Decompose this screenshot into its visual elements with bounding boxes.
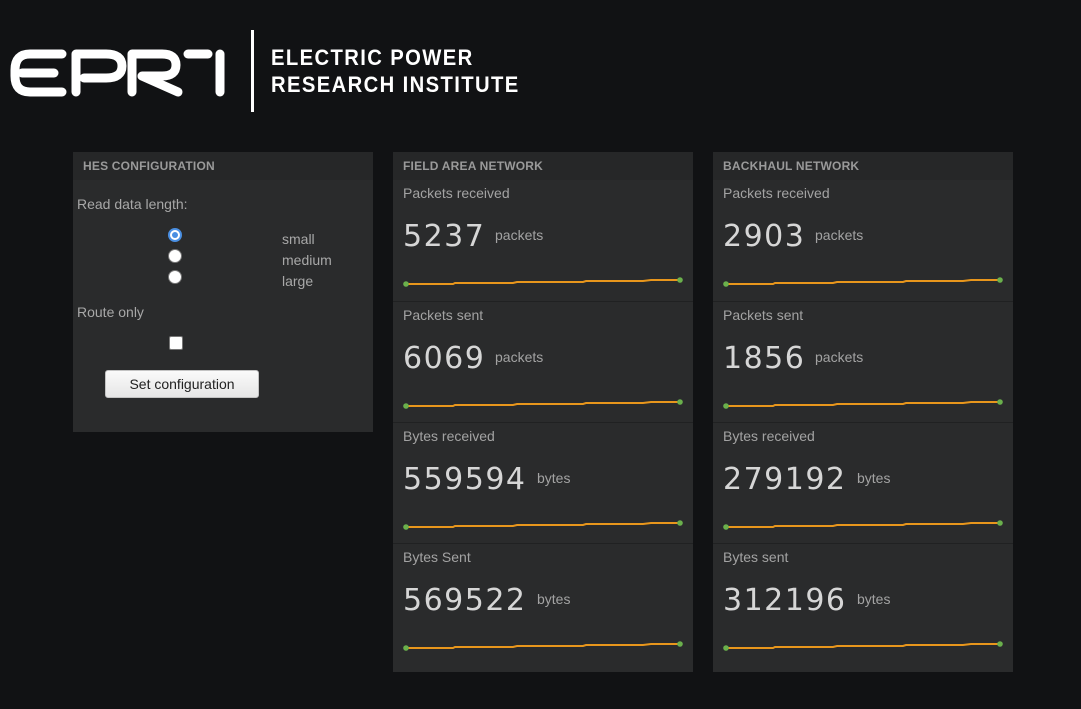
sparkline	[403, 520, 683, 530]
sparkline-end-dot	[677, 399, 683, 405]
radio-small[interactable]	[168, 228, 182, 242]
metric-value: 6069	[403, 341, 486, 376]
metric-bytes-received: Bytes received 279192 bytes	[713, 422, 1013, 543]
metric-value: 279192	[723, 462, 847, 497]
hes-configuration-panel: HES CONFIGURATION Read data length: smal…	[73, 152, 373, 432]
sparkline-start-dot	[403, 403, 409, 409]
field-area-network-panel: FIELD AREA NETWORK Packets received 5237 p…	[393, 152, 693, 672]
metric-label: Packets sent	[403, 307, 484, 323]
radio-large[interactable]	[168, 270, 182, 284]
metric-label: Bytes received	[723, 428, 815, 444]
set-configuration-button[interactable]: Set configuration	[105, 370, 259, 398]
organization-name: ELECTRIC POWER RESEARCH INSTITUTE	[271, 44, 520, 98]
sparkline-start-dot	[403, 524, 409, 530]
sparkline-start-dot	[723, 403, 729, 409]
sparkline	[403, 399, 683, 409]
metric-packets-sent: Packets sent 6069 packets	[393, 301, 693, 422]
sparkline-start-dot	[403, 281, 409, 287]
metric-value: 559594	[403, 462, 527, 497]
metric-bytes-sent: Bytes Sent 569522 bytes	[393, 543, 693, 664]
metric-label: Bytes Sent	[403, 549, 471, 565]
sparkline	[723, 641, 1003, 651]
sparkline-trend	[726, 279, 1000, 285]
metric-unit: packets	[495, 349, 544, 365]
sparkline	[403, 641, 683, 651]
route-only-checkbox[interactable]	[169, 336, 183, 350]
panel-title: FIELD AREA NETWORK	[393, 152, 693, 180]
metric-unit: packets	[815, 349, 864, 365]
route-only-label: Route only	[77, 304, 144, 320]
metric-packets-received: Packets received 5237 packets	[393, 180, 693, 301]
metric-value: 1856	[723, 341, 806, 376]
sparkline-trend	[726, 643, 1000, 649]
metric-packets-received: Packets received 2903 packets	[713, 180, 1013, 301]
radio-small-label: small	[282, 231, 315, 247]
sparkline	[403, 277, 683, 287]
organization-name-line1: ELECTRIC POWER	[271, 45, 474, 70]
sparkline	[723, 277, 1003, 287]
metric-unit: packets	[815, 227, 864, 243]
metric-value: 569522	[403, 583, 527, 618]
sparkline-end-dot	[997, 520, 1003, 526]
metric-value: 5237	[403, 219, 486, 254]
sparkline-trend	[406, 643, 680, 649]
metric-value: 2903	[723, 219, 806, 254]
backhaul-network-panel: BACKHAUL NETWORK Packets received 2903 pac…	[713, 152, 1013, 672]
metric-unit: bytes	[537, 591, 571, 607]
sparkline-trend	[406, 522, 680, 528]
sparkline-end-dot	[677, 641, 683, 647]
sparkline-end-dot	[997, 399, 1003, 405]
metric-label: Packets received	[403, 185, 510, 201]
read-data-length-label: Read data length:	[77, 196, 188, 212]
radio-option-large[interactable]: large	[73, 270, 373, 291]
sparkline-end-dot	[997, 641, 1003, 647]
panel-title: HES CONFIGURATION	[73, 152, 373, 180]
metric-unit: bytes	[537, 470, 571, 486]
radio-option-medium[interactable]: medium	[73, 249, 373, 270]
sparkline	[723, 520, 1003, 530]
metric-packets-sent: Packets sent 1856 packets	[713, 301, 1013, 422]
sparkline	[723, 399, 1003, 409]
sparkline-start-dot	[723, 524, 729, 530]
logo-divider	[251, 30, 254, 112]
metric-value: 312196	[723, 583, 847, 618]
panel-title: BACKHAUL NETWORK	[713, 152, 1013, 180]
sparkline-end-dot	[677, 277, 683, 283]
metric-unit: bytes	[857, 470, 891, 486]
sparkline-end-dot	[997, 277, 1003, 283]
metric-label: Bytes received	[403, 428, 495, 444]
metric-label: Packets received	[723, 185, 830, 201]
metric-unit: packets	[495, 227, 544, 243]
epri-logo: ELECTRIC POWER RESEARCH INSTITUTE	[10, 28, 530, 114]
metric-bytes-sent: Bytes sent 312196 bytes	[713, 543, 1013, 664]
metric-bytes-received: Bytes received 559594 bytes	[393, 422, 693, 543]
radio-option-small[interactable]: small	[73, 228, 373, 249]
sparkline-start-dot	[403, 645, 409, 651]
sparkline-start-dot	[723, 645, 729, 651]
sparkline-end-dot	[677, 520, 683, 526]
radio-large-label: large	[282, 273, 314, 289]
metric-label: Bytes sent	[723, 549, 789, 565]
metric-unit: bytes	[857, 591, 891, 607]
radio-medium[interactable]	[168, 249, 182, 263]
metric-label: Packets sent	[723, 307, 804, 323]
sparkline-trend	[406, 279, 680, 285]
sparkline-trend	[406, 401, 680, 407]
radio-medium-label: medium	[282, 252, 332, 268]
organization-name-line2: RESEARCH INSTITUTE	[271, 72, 520, 97]
epri-logo-mark	[10, 49, 225, 97]
sparkline-trend	[726, 401, 1000, 407]
sparkline-trend	[726, 522, 1000, 528]
sparkline-start-dot	[723, 281, 729, 287]
